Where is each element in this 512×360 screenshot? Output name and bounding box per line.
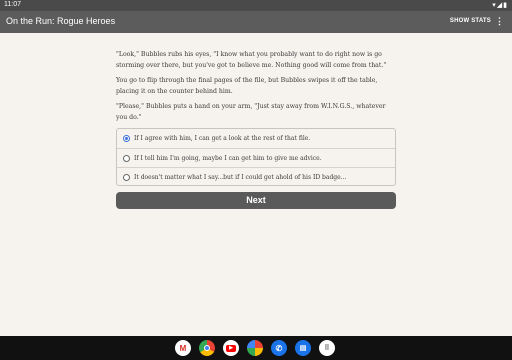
story-text: "Look," Bubbles rubs his eyes, "I know w… [116,50,396,128]
app-drawer-icon[interactable]: ⠿ [319,340,335,356]
gmail-glyph: M [179,343,187,353]
show-stats-button[interactable]: SHOW STATS [450,18,491,24]
messages-glyph: ▤ [299,345,307,352]
choice-option[interactable]: If I agree with him, I can get a look at… [117,129,395,148]
chrome-icon[interactable] [199,340,215,356]
app-title: On the Run: Rogue Heroes [6,16,116,26]
app-dock: M ▶ ✆ ▤ ⠿ [175,340,335,356]
photos-icon[interactable] [247,340,263,356]
choice-option[interactable]: It doesn't matter what I say...but if I … [117,167,395,186]
choice-label: If I tell him I'm going, maybe I can get… [134,154,322,162]
app-bar: On the Run: Rogue Heroes SHOW STATS ⋮ [0,11,512,33]
drawer-glyph: ⠿ [324,345,330,352]
story-paragraph: "Please," Bubbles puts a hand on your ar… [116,103,386,121]
status-bar: 11:07 ▾◢▮ [0,0,512,11]
story-paragraph: You go to flip through the final pages o… [116,77,378,95]
choice-list: If I agree with him, I can get a look at… [116,128,396,186]
youtube-glyph: ▶ [226,344,236,352]
radio-button[interactable] [123,135,130,142]
youtube-icon[interactable]: ▶ [223,340,239,356]
overflow-menu-icon[interactable]: ⋮ [495,16,504,27]
choice-label: If I agree with him, I can get a look at… [134,135,311,142]
system-status-icons: ▾◢▮ [492,2,508,9]
choice-option[interactable]: If I tell him I'm going, maybe I can get… [117,148,395,167]
radio-button[interactable] [123,154,130,162]
next-button[interactable]: Next [116,192,396,209]
messages-icon[interactable]: ▤ [295,340,311,356]
choice-label: It doesn't matter what I say...but if I … [134,173,347,181]
story-paragraph: "Look," Bubbles rubs his eyes, "I know w… [116,51,387,69]
radio-button[interactable] [123,173,130,181]
phone-icon[interactable]: ✆ [271,340,287,356]
status-time: 11:07 [4,1,21,8]
gmail-icon[interactable]: M [175,340,191,356]
chrome-center [204,345,210,351]
phone-glyph: ✆ [275,343,283,353]
